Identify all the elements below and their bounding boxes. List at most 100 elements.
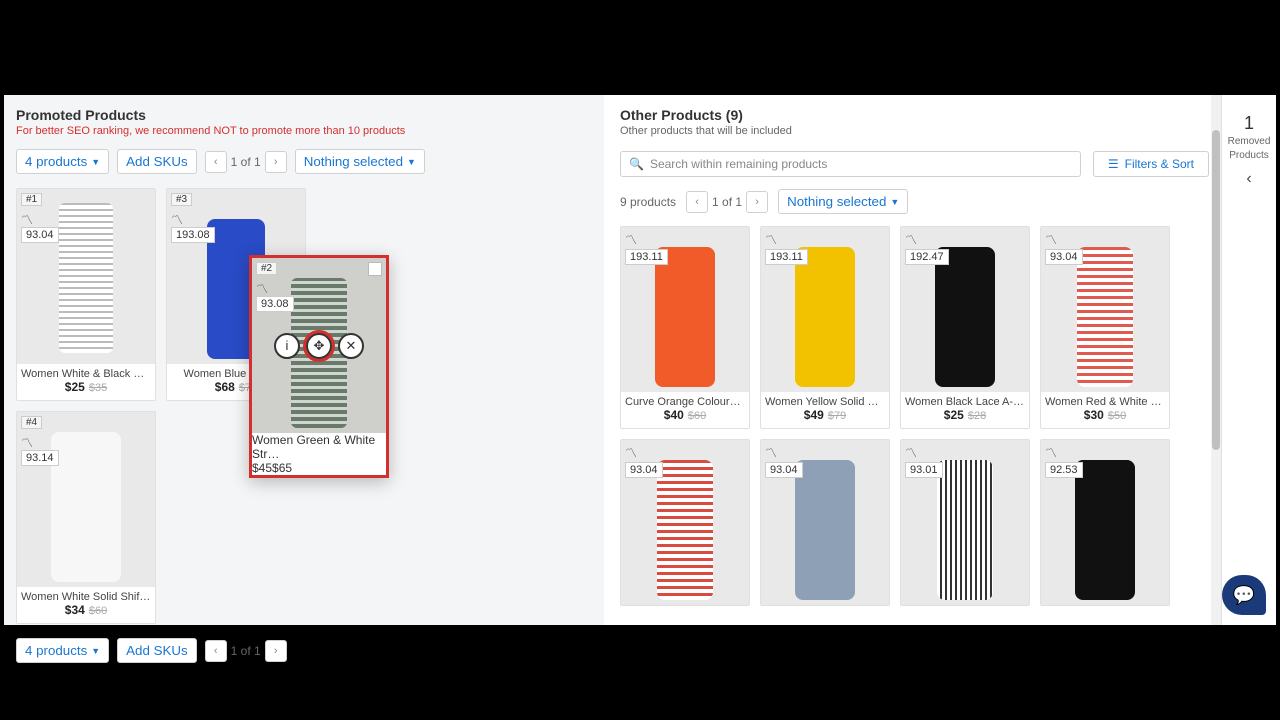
- product-price: $49: [804, 408, 824, 422]
- trend-up-icon: 〽: [1045, 444, 1057, 461]
- product-price: $68: [215, 380, 235, 394]
- score-badge: 93.04: [765, 462, 803, 478]
- page-label: 1 of 1: [231, 155, 261, 169]
- caret-down-icon: ▼: [91, 157, 100, 167]
- rank-badge: #4: [21, 416, 42, 429]
- score-badge: 92.53: [1045, 462, 1083, 478]
- score-badge: 193.08: [171, 227, 215, 243]
- promoted-title: Promoted Products: [16, 107, 592, 123]
- other-card[interactable]: 〽 93.04: [620, 439, 750, 606]
- product-price: $45: [252, 461, 272, 475]
- product-title: Women Yellow Solid Midi…: [765, 396, 885, 408]
- product-price: $40: [664, 408, 684, 422]
- rank-badge: #1: [21, 193, 42, 206]
- chat-fab[interactable]: 💬: [1222, 575, 1266, 615]
- filters-sort-button[interactable]: ☰Filters & Sort: [1093, 151, 1209, 177]
- search-row: 🔍 Search within remaining products ☰Filt…: [608, 143, 1221, 185]
- product-image: i ✥ ✕: [252, 258, 386, 433]
- other-card[interactable]: 〽 92.53: [1040, 439, 1170, 606]
- product-title: Women Green & White Str…: [252, 433, 386, 461]
- products-dropdown[interactable]: 4 products▼: [16, 638, 109, 663]
- product-title: Women Red & White Stri…: [1045, 396, 1165, 408]
- trend-up-icon: 〽: [625, 444, 637, 461]
- page-prev-button[interactable]: ‹: [205, 151, 227, 173]
- other-card[interactable]: 〽 193.11 Women Yellow Solid Midi…$49$79: [760, 226, 890, 429]
- dragging-card[interactable]: #2 〽 93.08 i ✥ ✕ Women Green & White Str…: [249, 255, 389, 478]
- product-old-price: $35: [89, 382, 107, 394]
- caret-down-icon: ▼: [890, 197, 899, 207]
- other-card[interactable]: 〽 93.04: [760, 439, 890, 606]
- page-label: 1 of 1: [712, 195, 742, 209]
- product-price: $25: [65, 380, 85, 394]
- promoted-card[interactable]: #1 〽 93.04 Women White & Black Stri… $25…: [16, 188, 156, 401]
- page-label: 1 of 1: [231, 644, 261, 658]
- product-old-price: $50: [1108, 410, 1126, 422]
- other-toolbar: 9 products ‹ 1 of 1 › Nothing selected▼: [608, 185, 1221, 218]
- promoted-grid: #1 〽 93.04 Women White & Black Stri… $25…: [4, 180, 604, 632]
- other-card[interactable]: 〽 93.01: [900, 439, 1030, 606]
- page-next-button[interactable]: ›: [265, 151, 287, 173]
- page-prev-button[interactable]: ‹: [205, 640, 227, 662]
- product-old-price: $60: [688, 410, 706, 422]
- product-title: Women White & Black Stri…: [21, 368, 151, 380]
- trend-up-icon: 〽: [765, 231, 777, 248]
- score-badge: 93.04: [625, 462, 663, 478]
- trend-up-icon: 〽: [1045, 231, 1057, 248]
- other-title: Other Products (9): [620, 107, 1209, 123]
- chevron-left-icon[interactable]: ‹: [1222, 170, 1276, 188]
- promoted-toolbar: 4 products▼ Add SKUs ‹ 1 of 1 › Nothing …: [4, 143, 604, 180]
- product-title: Curve Orange Coloured S…: [625, 396, 745, 408]
- search-icon: 🔍: [629, 157, 644, 171]
- other-pane: Other Products (9) Other products that w…: [608, 95, 1221, 625]
- close-icon[interactable]: ✕: [338, 333, 364, 359]
- caret-down-icon: ▼: [407, 157, 416, 167]
- score-badge: 93.04: [1045, 249, 1083, 265]
- products-dropdown[interactable]: 4 products▼: [16, 149, 109, 174]
- removed-pane: 1 Removed Products ‹: [1221, 95, 1276, 625]
- score-badge: 193.11: [625, 249, 668, 265]
- page-next-button[interactable]: ›: [265, 640, 287, 662]
- removed-count: 1: [1222, 113, 1276, 134]
- trend-up-icon: 〽: [765, 444, 777, 461]
- app-frame: Promoted Products For better SEO ranking…: [4, 95, 1276, 625]
- product-old-price: $60: [89, 605, 107, 617]
- products-count: 9 products: [620, 195, 676, 209]
- promoted-card[interactable]: #4 〽 93.14 Women White Solid Shift … $34…: [16, 411, 156, 624]
- trend-up-icon: 〽: [625, 231, 637, 248]
- other-card[interactable]: 〽 192.47 Women Black Lace A-Lin…$25$28: [900, 226, 1030, 429]
- product-price: $25: [944, 408, 964, 422]
- other-grid: 〽 193.11 Curve Orange Coloured S…$40$60 …: [608, 218, 1221, 614]
- removed-label2: Products: [1222, 150, 1276, 162]
- other-card[interactable]: 〽 93.04 Women Red & White Stri…$30 $50: [1040, 226, 1170, 429]
- product-title: Women Black Lace A-Lin…: [905, 396, 1025, 408]
- selection-dropdown[interactable]: Nothing selected▼: [295, 149, 425, 174]
- move-icon[interactable]: ✥: [306, 333, 332, 359]
- trend-up-icon: 〽: [905, 444, 917, 461]
- selection-dropdown[interactable]: Nothing selected▼: [778, 189, 908, 214]
- product-title: Women White Solid Shift …: [21, 591, 151, 603]
- pager-top: ‹ 1 of 1 ›: [205, 151, 287, 173]
- product-old-price: $65: [272, 461, 292, 475]
- trend-up-icon: 〽: [21, 434, 33, 451]
- product-image: [17, 412, 155, 587]
- score-badge: 93.14: [21, 450, 59, 466]
- other-card[interactable]: 〽 193.11 Curve Orange Coloured S…$40 $60: [620, 226, 750, 429]
- chat-icon: 💬: [1233, 585, 1255, 606]
- pager-bottom: ‹ 1 of 1 ›: [205, 640, 287, 662]
- product-price: $34: [65, 603, 85, 617]
- promoted-toolbar-bottom: 4 products▼ Add SKUs ‹ 1 of 1 ›: [4, 632, 604, 669]
- caret-down-icon: ▼: [91, 646, 100, 656]
- add-skus-button[interactable]: Add SKUs: [117, 149, 197, 174]
- other-subtitle: Other products that will be included: [620, 125, 1209, 137]
- info-icon[interactable]: i: [274, 333, 300, 359]
- seo-warning: For better SEO ranking, we recommend NOT…: [16, 125, 592, 137]
- score-badge: 193.11: [765, 249, 808, 265]
- page-prev-button[interactable]: ‹: [686, 191, 708, 213]
- page-next-button[interactable]: ›: [746, 191, 768, 213]
- trend-up-icon: 〽: [21, 211, 33, 228]
- product-price: $30: [1084, 408, 1104, 422]
- removed-label: Removed: [1222, 136, 1276, 148]
- search-input[interactable]: 🔍 Search within remaining products: [620, 151, 1081, 177]
- add-skus-button[interactable]: Add SKUs: [117, 638, 197, 663]
- score-badge: 93.01: [905, 462, 943, 478]
